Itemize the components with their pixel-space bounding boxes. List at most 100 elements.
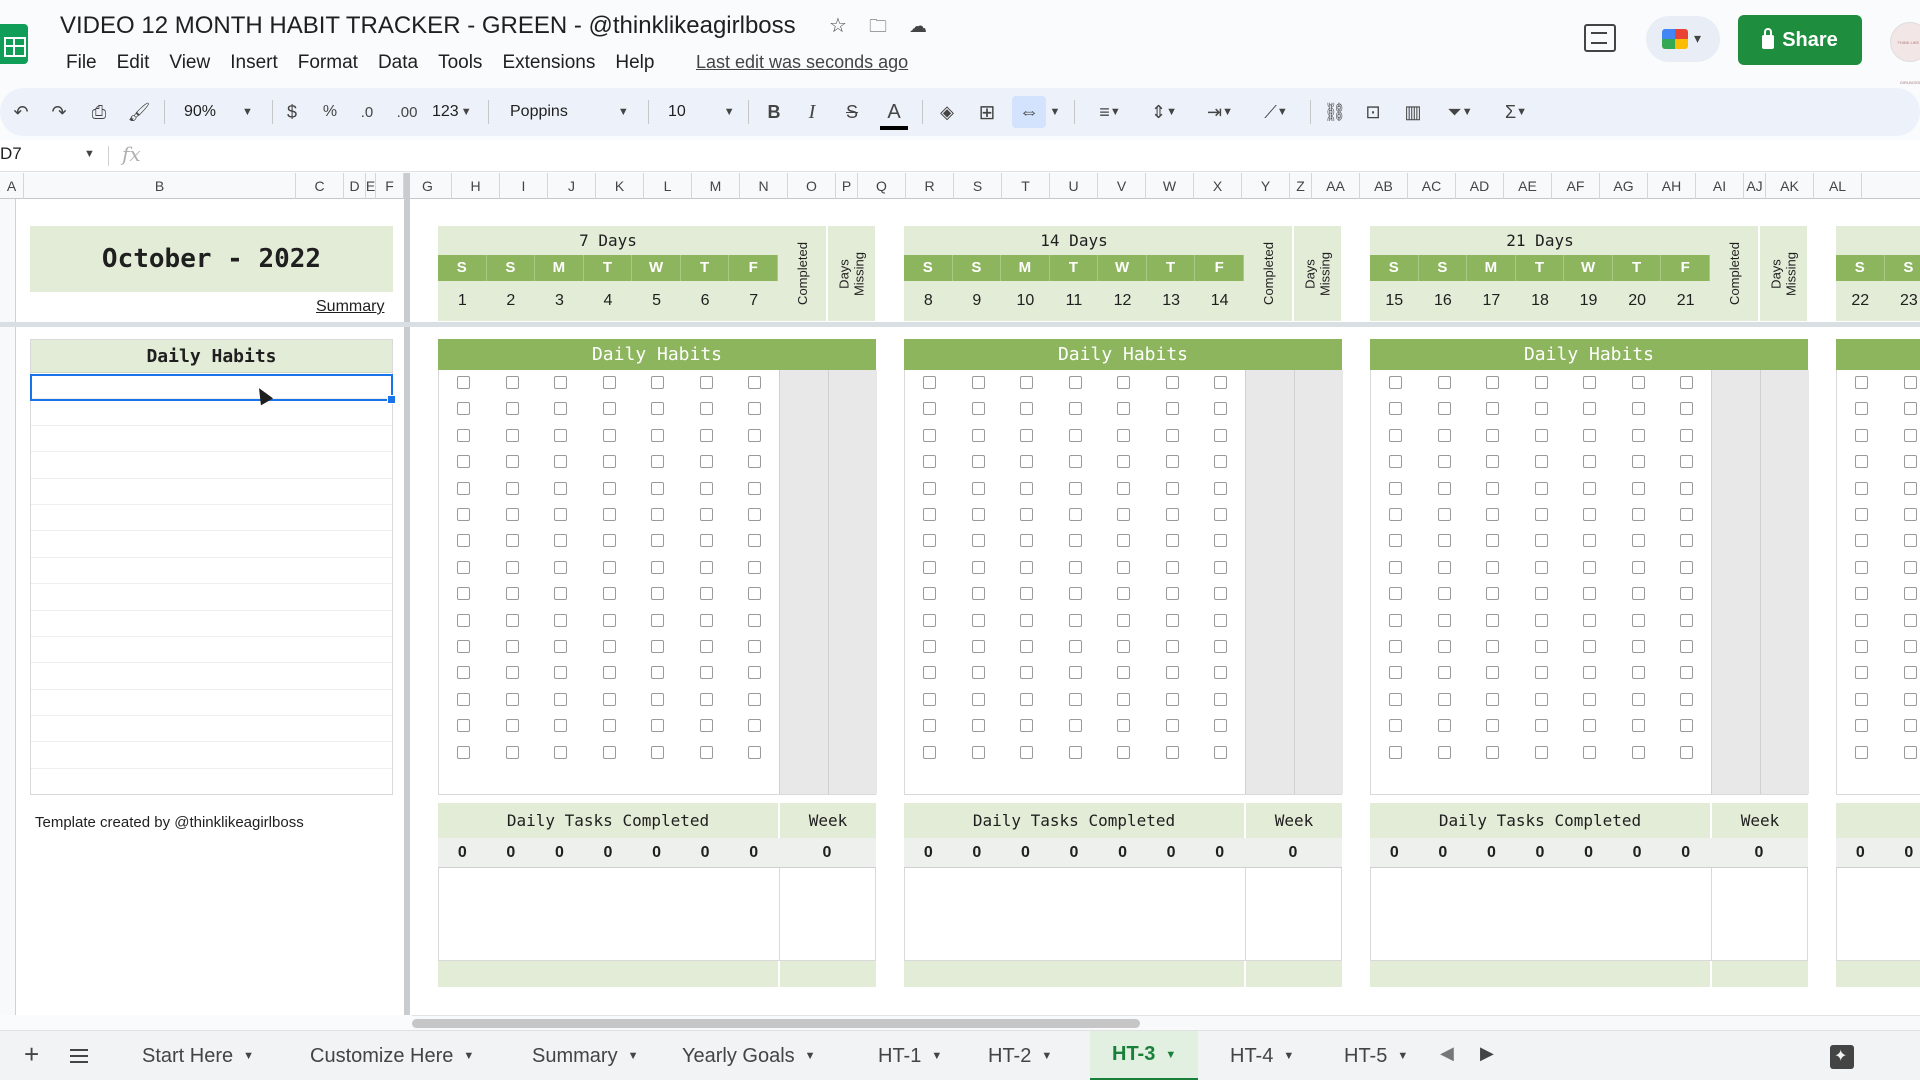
scrollbar-thumb[interactable] [412,1019,1140,1028]
habit-checkbox[interactable] [1437,666,1451,680]
habit-checkbox[interactable] [1068,613,1082,627]
habit-checkbox[interactable] [1631,428,1645,442]
habit-checkbox[interactable] [923,402,936,416]
column-header-h[interactable]: H [452,173,500,199]
habit-checkbox[interactable] [554,560,568,574]
chevron-down-icon[interactable]: ▼ [628,1050,639,1062]
habit-checkbox[interactable] [971,719,985,733]
habit-checkbox[interactable] [699,719,713,733]
habit-checkbox[interactable] [971,692,985,706]
habit-checkbox[interactable] [457,534,470,548]
habit-checkbox[interactable] [1680,534,1694,548]
habit-checkbox[interactable] [505,376,519,389]
habit-checkbox[interactable] [1214,640,1228,653]
habit-checkbox[interactable] [1437,613,1451,627]
habit-checkbox[interactable] [457,455,470,469]
habit-checkbox[interactable] [1855,481,1868,495]
habit-checkbox[interactable] [1389,481,1402,495]
column-header-q[interactable]: Q [858,173,906,199]
habit-checkbox[interactable] [554,481,568,495]
habit-checkbox[interactable] [1020,508,1034,521]
column-header-b[interactable]: B [24,173,296,199]
summary-link[interactable]: Summary [316,298,384,316]
share-button[interactable]: Share [1738,15,1862,65]
habit-checkbox[interactable] [1855,508,1868,521]
column-header-u[interactable]: U [1050,173,1098,199]
print-icon[interactable]: ⎙ [84,96,114,128]
habit-checkbox[interactable] [1020,640,1034,653]
habit-name-cell[interactable] [31,742,392,769]
habit-checkbox[interactable] [1389,534,1402,548]
habit-checkbox[interactable] [1437,534,1451,548]
frozen-column-divider[interactable] [404,173,410,1015]
habit-checkbox[interactable] [1534,587,1548,601]
menu-format[interactable]: Format [288,50,368,76]
habit-checkbox[interactable] [1020,613,1034,627]
habit-checkbox[interactable] [651,745,665,759]
habit-checkbox[interactable] [602,587,616,601]
habit-checkbox[interactable] [554,402,568,416]
habit-checkbox[interactable] [1117,666,1131,680]
habit-checkbox[interactable] [1389,508,1402,521]
habit-checkbox[interactable] [554,692,568,706]
habit-checkbox[interactable] [1437,692,1451,706]
habit-checkbox[interactable] [1214,613,1228,627]
habit-checkbox[interactable] [1486,613,1500,627]
habit-checkbox[interactable] [651,455,665,469]
habit-checkbox[interactable] [699,481,713,495]
habit-checkbox[interactable] [1903,719,1917,733]
habit-checkbox[interactable] [1068,745,1082,759]
menu-tools[interactable]: Tools [428,50,492,76]
sheet-tab-ht-4[interactable]: HT-4 ▼ [1208,1031,1316,1080]
habit-checkbox[interactable] [923,692,936,706]
habit-checkbox[interactable] [1020,376,1034,389]
avatar[interactable]: THINK LIKE A GIRLBOSS [1890,22,1920,85]
habit-checkbox[interactable] [1117,481,1131,495]
menu-help[interactable]: Help [605,50,664,76]
habit-checkbox[interactable] [1680,719,1694,733]
habit-checkbox[interactable] [1437,428,1451,442]
habit-checkbox[interactable] [1437,719,1451,733]
habit-checkbox[interactable] [554,666,568,680]
habit-checkbox[interactable] [602,719,616,733]
sheet-tab-customize-here[interactable]: Customize Here ▼ [288,1031,496,1080]
chevron-down-icon[interactable]: ▼ [805,1050,816,1062]
habit-checkbox[interactable] [1631,508,1645,521]
column-header-o[interactable]: O [788,173,836,199]
column-header-v[interactable]: V [1098,173,1146,199]
habit-checkbox[interactable] [1855,455,1868,469]
habit-checkbox[interactable] [602,376,616,389]
habit-checkbox[interactable] [1631,613,1645,627]
habit-checkbox[interactable] [1855,640,1868,653]
habit-checkbox[interactable] [971,640,985,653]
habit-checkbox[interactable] [1165,692,1179,706]
habit-checkbox[interactable] [1389,402,1402,416]
habit-checkbox[interactable] [1437,402,1451,416]
habit-checkbox[interactable] [1389,692,1402,706]
habit-checkbox[interactable] [1068,481,1082,495]
habit-checkbox[interactable] [1117,455,1131,469]
habit-checkbox[interactable] [651,560,665,574]
habit-checkbox[interactable] [1437,640,1451,653]
habit-checkbox[interactable] [1165,613,1179,627]
habit-name-cell[interactable] [31,690,392,717]
sheet-tab-yearly-goals[interactable]: Yearly Goals ▼ [660,1031,838,1080]
habit-checkbox[interactable] [1534,719,1548,733]
habit-checkbox[interactable] [699,640,713,653]
habit-checkbox[interactable] [1903,745,1917,759]
habit-name-cell[interactable] [31,558,392,585]
habit-checkbox[interactable] [1068,640,1082,653]
habit-checkbox[interactable] [1903,613,1917,627]
habit-checkbox[interactable] [1534,455,1548,469]
decrease-decimal-button[interactable]: .0 [354,96,380,128]
habit-checkbox[interactable] [1680,481,1694,495]
habit-checkbox[interactable] [505,745,519,759]
habit-checkbox[interactable] [1486,428,1500,442]
habit-checkbox[interactable] [457,508,470,521]
move-folder-icon[interactable]: 🗀 [866,14,890,38]
habit-checkbox[interactable] [748,534,762,548]
scroll-tabs-left-icon[interactable]: ◀ [1440,1043,1454,1064]
habit-checkbox[interactable] [505,428,519,442]
habit-checkbox[interactable] [1534,376,1548,389]
habit-checkbox[interactable] [923,666,936,680]
